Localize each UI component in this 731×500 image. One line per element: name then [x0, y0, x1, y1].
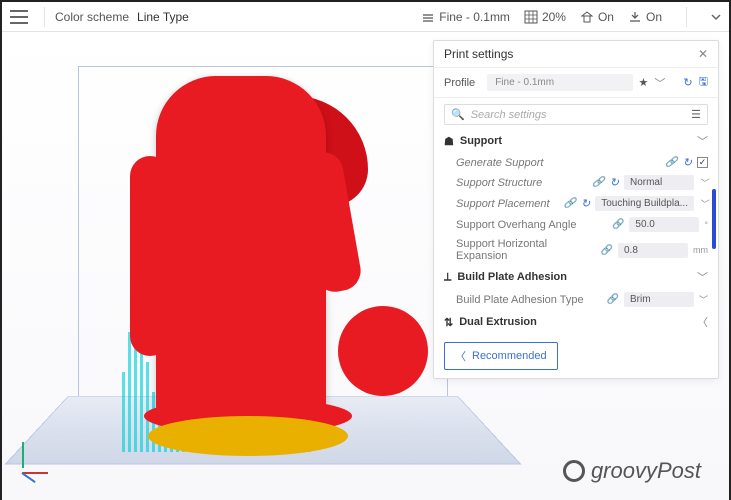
link-icon[interactable]: 🔗	[592, 177, 604, 188]
chevron-left-icon: 〈	[697, 314, 708, 330]
adhesion-toggle[interactable]: On	[628, 10, 662, 24]
print-settings-panel: Print settings ✕ Profile Fine - 0.1mm ★ …	[433, 40, 719, 379]
link-icon[interactable]: 🔗	[665, 157, 677, 168]
adhesion-icon: ⟂	[444, 271, 451, 284]
watermark: groovyPost	[563, 458, 701, 484]
generate-support-checkbox[interactable]: ✓	[697, 157, 708, 168]
reset-icon[interactable]: ↻	[581, 197, 590, 210]
save-icon[interactable]: 🖫	[699, 73, 708, 92]
reset-icon[interactable]: ↻	[683, 156, 692, 169]
close-icon[interactable]: ✕	[698, 47, 708, 61]
reset-icon[interactable]: ↻	[683, 76, 692, 89]
reset-icon[interactable]: ↻	[610, 176, 619, 189]
star-icon[interactable]: ★	[639, 76, 649, 89]
dual-extrusion-icon: ⇅	[444, 316, 453, 329]
chevron-down-icon[interactable]	[711, 12, 721, 22]
support-placement-dropdown[interactable]: Touching Buildpla...	[595, 196, 694, 211]
model-preview	[128, 76, 398, 456]
scrollbar[interactable]	[712, 189, 716, 249]
link-icon[interactable]: 🔗	[564, 198, 576, 209]
chevron-down-icon[interactable]: ﹀	[654, 75, 665, 91]
settings-menu-icon[interactable]: ☰	[691, 108, 701, 121]
colorscheme-label: Color scheme	[55, 10, 129, 24]
top-toolbar: Color scheme Line Type Fine - 0.1mm 20% …	[2, 2, 729, 32]
horiz-expansion-input[interactable]: 0.8	[618, 243, 688, 258]
link-icon[interactable]: 🔗	[607, 294, 619, 305]
chevron-down-icon[interactable]: ﹀	[699, 197, 708, 210]
profile-label: Profile	[444, 77, 475, 89]
chevron-down-icon[interactable]: ﹀	[699, 176, 708, 189]
quality-selector[interactable]: Fine - 0.1mm	[421, 10, 510, 24]
infill-selector[interactable]: 20%	[524, 10, 566, 24]
support-structure-dropdown[interactable]: Normal	[624, 175, 694, 190]
menu-icon[interactable]	[10, 10, 28, 24]
overhang-angle-input[interactable]: 50.0	[629, 217, 699, 232]
support-icon: ☗	[444, 135, 454, 148]
profile-dropdown[interactable]: Fine - 0.1mm	[487, 74, 632, 91]
gear-icon	[563, 460, 585, 482]
link-icon[interactable]: 🔗	[612, 219, 624, 230]
chevron-down-icon: ﹀	[697, 133, 708, 149]
section-dual-extrusion[interactable]: ⇅ Dual Extrusion 〈	[434, 310, 718, 334]
adhesion-type-label: Build Plate Adhesion Type	[456, 294, 584, 306]
link-icon[interactable]: 🔗	[601, 245, 613, 256]
section-support[interactable]: ☗ Support ﹀	[434, 129, 718, 153]
chevron-down-icon[interactable]: ﹀	[699, 293, 708, 306]
support-placement-label: Support Placement	[456, 198, 550, 210]
panel-title: Print settings	[444, 47, 513, 61]
support-toggle[interactable]: On	[580, 10, 614, 24]
generate-support-label: Generate Support	[456, 157, 543, 169]
support-structure-label: Support Structure	[456, 177, 542, 189]
recommended-button[interactable]: 〈 Recommended	[444, 342, 558, 370]
adhesion-type-dropdown[interactable]: Brim	[624, 292, 694, 307]
horiz-expansion-label: Support Horizontal Expansion	[456, 238, 601, 262]
overhang-angle-label: Support Overhang Angle	[456, 219, 576, 231]
chevron-down-icon: ﹀	[697, 269, 708, 285]
search-input[interactable]: 🔍 Search settings ☰	[444, 104, 708, 125]
section-adhesion[interactable]: ⟂ Build Plate Adhesion ﹀	[434, 265, 718, 289]
axis-indicator	[14, 442, 54, 482]
chevron-left-icon: 〈	[455, 348, 466, 364]
linetype-dropdown[interactable]: Line Type	[137, 10, 189, 24]
search-icon: 🔍	[451, 108, 465, 121]
